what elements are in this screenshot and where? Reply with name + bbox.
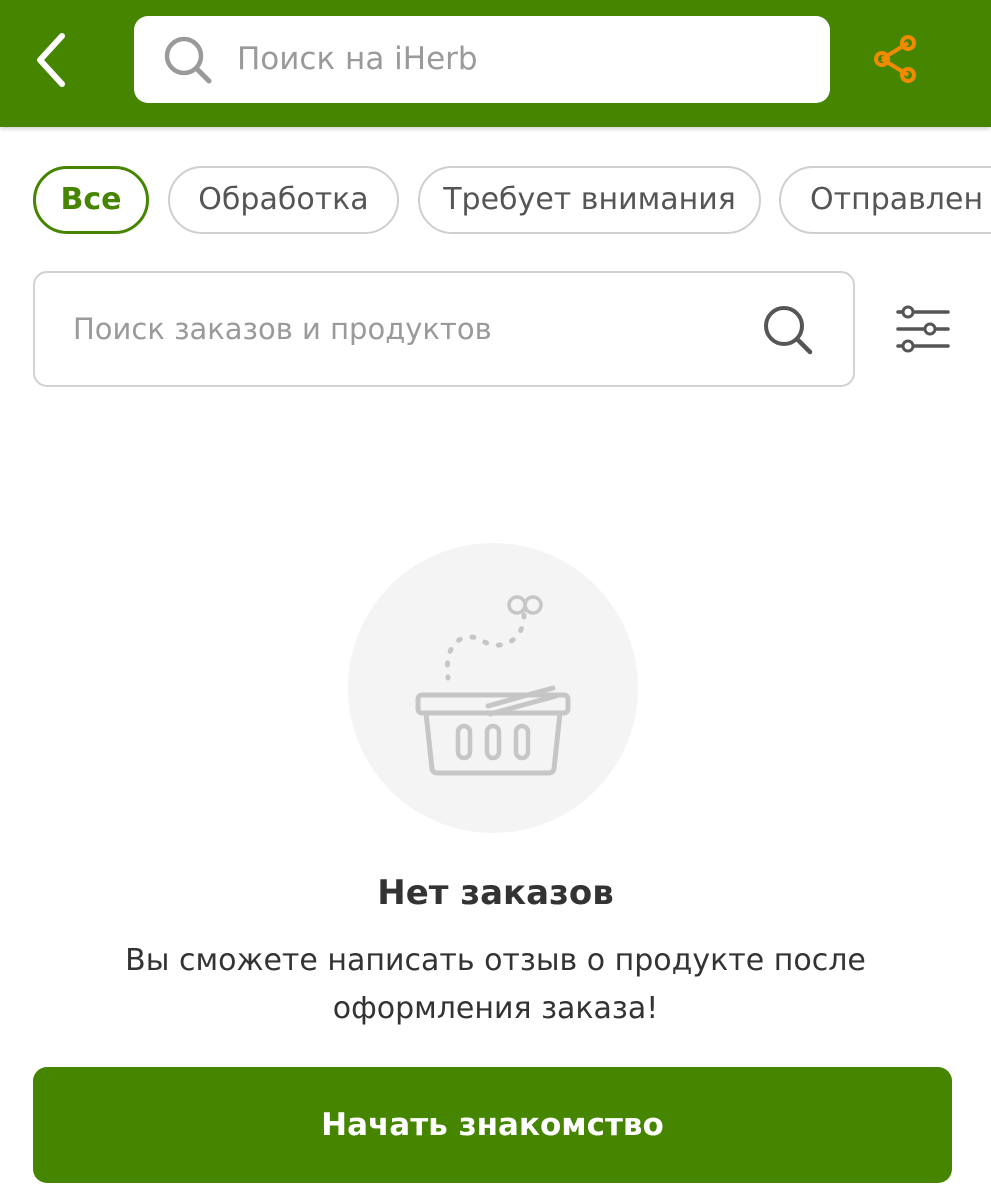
empty-state-title: Нет заказов	[377, 873, 614, 913]
site-search-placeholder: Поиск на iHerb	[237, 41, 478, 77]
site-search-input[interactable]: Поиск на iHerb	[134, 16, 830, 103]
order-search-input[interactable]: Поиск заказов и продуктов	[33, 271, 855, 387]
search-icon[interactable]	[761, 303, 815, 357]
search-icon	[164, 36, 212, 84]
empty-orders-illustration	[348, 543, 638, 833]
chip-all[interactable]: Все	[33, 166, 149, 234]
share-button[interactable]	[866, 30, 924, 88]
filter-sliders-icon[interactable]	[894, 303, 952, 355]
empty-state-message: Вы сможете написать отзыв о продукте пос…	[125, 943, 866, 1026]
chip-needs-attention[interactable]: Требует внимания	[418, 166, 761, 234]
chip-shipped[interactable]: Отправлен	[779, 166, 991, 234]
start-shopping-button[interactable]: Начать знакомство	[33, 1067, 952, 1183]
top-app-bar: Поиск на iHerb	[0, 0, 991, 127]
order-search-placeholder: Поиск заказов и продуктов	[73, 312, 492, 346]
chip-processing[interactable]: Обработка	[168, 166, 399, 234]
back-button[interactable]	[22, 22, 82, 98]
back-arrow-icon	[37, 33, 65, 87]
order-status-filters: Все Обработка Требует внимания Отправлен	[0, 166, 991, 234]
share-icon	[874, 35, 916, 83]
empty-basket-icon	[415, 595, 571, 776]
